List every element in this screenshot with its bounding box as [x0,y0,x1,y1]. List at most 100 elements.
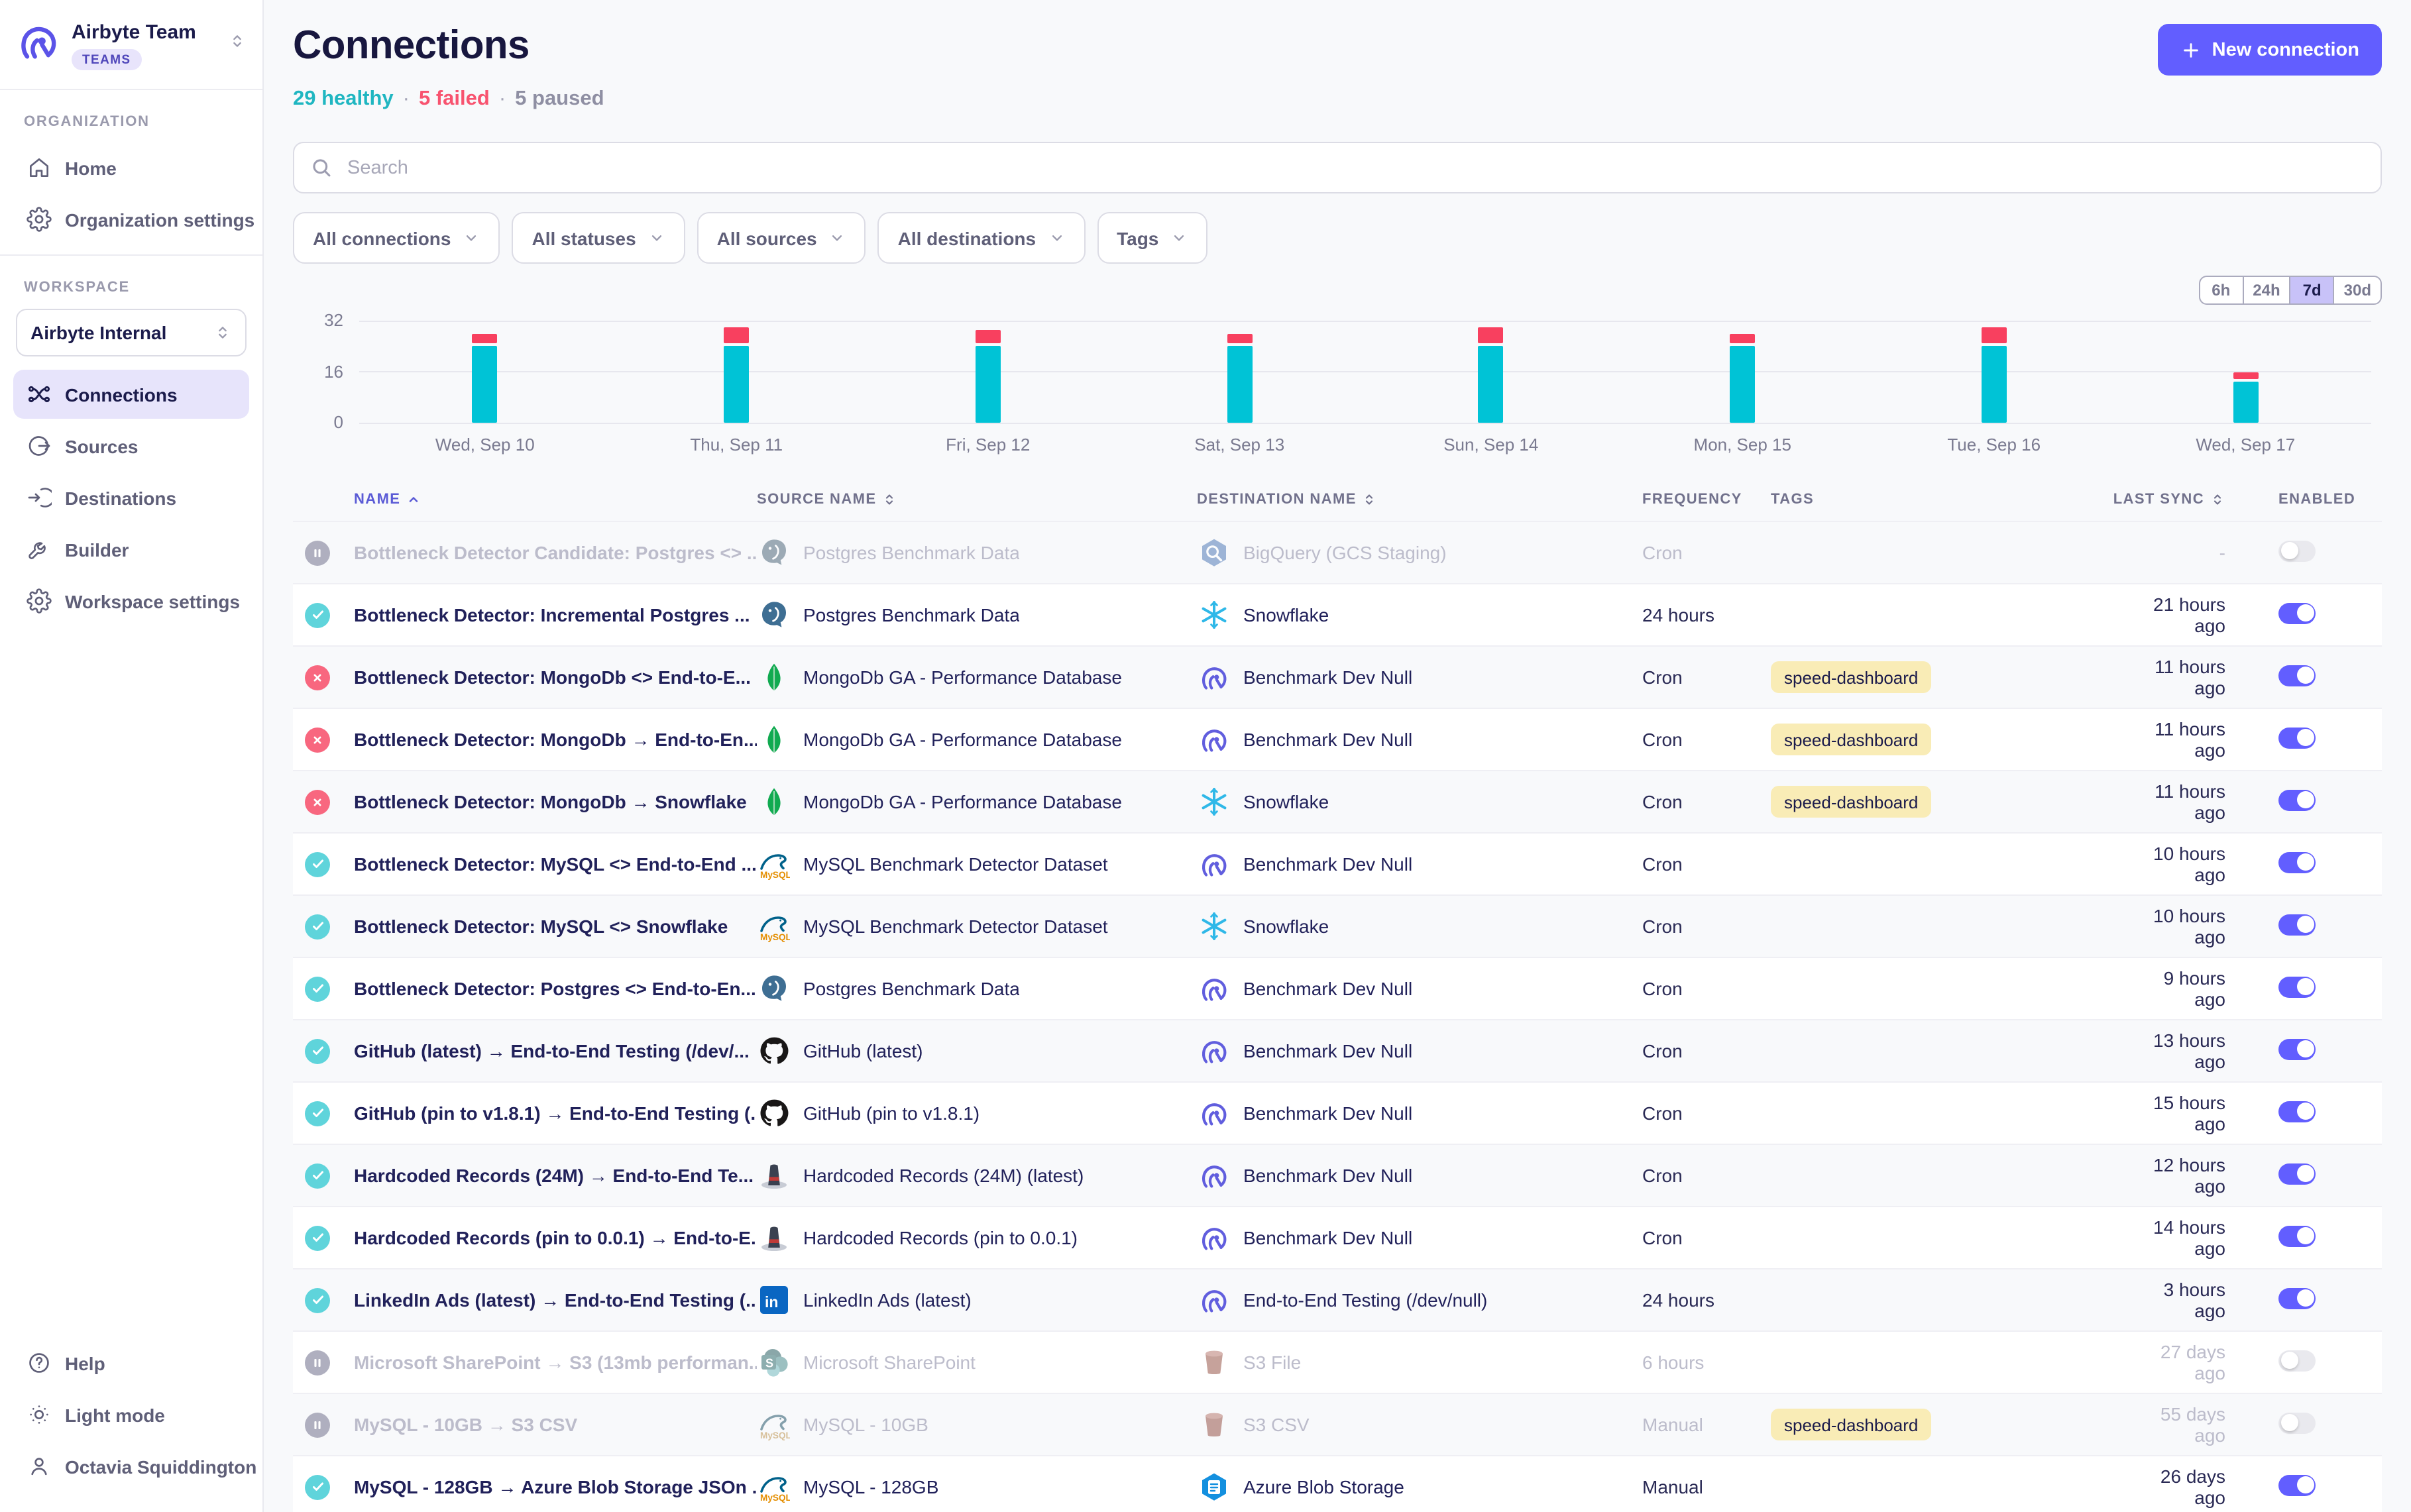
search-box[interactable] [293,142,2382,193]
frequency: Cron [1642,729,1771,750]
postgres-icon [757,598,790,631]
sidebar-item-workspace-settings[interactable]: Workspace settings [13,576,249,625]
destination-name: Benchmark Dev Null [1243,978,1412,999]
status-cell [293,1038,354,1063]
airbyte-icon [1197,1159,1230,1192]
sidebar-item-builder[interactable]: Builder [13,525,249,574]
sidebar-item-destinations[interactable]: Destinations [13,473,249,522]
status-cell [293,540,354,565]
table-row[interactable]: LinkedIn Ads (latest) → End-to-End Testi… [293,1268,2382,1330]
sidebar-item-help[interactable]: Help [13,1338,249,1387]
org-switcher[interactable]: Airbyte Team TEAMS [13,13,249,81]
column-label: DESTINATION NAME [1197,492,1357,508]
source-name: MySQL Benchmark Detector Dataset [803,853,1108,875]
healthy-status-icon [305,914,330,939]
sidebar-item-light-mode[interactable]: Light mode [13,1390,249,1439]
sidebar-item-sources[interactable]: Sources [13,421,249,470]
enabled-toggle[interactable] [2278,1474,2316,1495]
enabled-toggle[interactable] [2278,914,2316,935]
range-option-24h[interactable]: 24h [2242,277,2289,303]
filter-all-connections[interactable]: All connections [293,212,500,264]
sidebar-item-organization-settings[interactable]: Organization settings [13,195,249,244]
table-row[interactable]: Microsoft SharePoint → S3 (13mb performa… [293,1330,2382,1393]
search-input[interactable] [345,156,2365,180]
sidebar-item-connections[interactable]: Connections [13,370,249,419]
column-header-destination[interactable]: DESTINATION NAME [1197,492,1642,508]
enabled-toggle[interactable] [2278,851,2316,873]
destination-name: S3 File [1243,1352,1301,1373]
azure-icon [1197,1470,1230,1503]
table-row[interactable]: Bottleneck Detector: MySQL <> SnowflakeM… [293,894,2382,957]
enabled-toggle[interactable] [2278,1412,2316,1433]
column-header-enabled: ENABLED [2278,492,2381,508]
chart-bar-failed [1730,333,1755,343]
connection-name: Bottleneck Detector: MySQL <> Snowflake [354,916,757,937]
gear-icon [27,588,52,614]
enabled-toggle[interactable] [2278,727,2316,748]
filter-all-statuses[interactable]: All statuses [512,212,685,264]
table-row[interactable]: MySQL - 10GB → S3 CSVMySQLMySQL - 10GBS3… [293,1393,2382,1455]
enabled-toggle[interactable] [2278,602,2316,623]
table-row[interactable]: GitHub (pin to v1.8.1) → End-to-End Test… [293,1081,2382,1144]
enabled-cell [2278,1163,2381,1188]
enabled-toggle[interactable] [2278,1038,2316,1059]
table-body: Bottleneck Detector Candidate: Postgres … [293,521,2382,1512]
filter-label: All sources [717,227,817,248]
column-label: SOURCE NAME [757,492,876,508]
last-sync: 9 hours ago [2133,967,2278,1010]
destination-cell: Benchmark Dev Null [1197,1221,1642,1254]
connections-summary: 29 healthy · 5 failed · 5 paused [293,87,2382,111]
filter-all-sources[interactable]: All sources [697,212,866,264]
table-row[interactable]: Bottleneck Detector: MongoDb → End-to-En… [293,708,2382,770]
enabled-toggle[interactable] [2278,789,2316,810]
table-row[interactable]: Bottleneck Detector: MongoDb → Snowflake… [293,770,2382,832]
enabled-toggle[interactable] [2278,1287,2316,1309]
table-row[interactable]: Bottleneck Detector: MongoDb <> End-to-E… [293,645,2382,708]
workspace-selector[interactable]: Airbyte Internal [16,309,247,356]
last-sync: 26 days ago [2133,1466,2278,1508]
last-sync: 11 hours ago [2133,718,2278,761]
range-option-30d[interactable]: 30d [2333,277,2381,303]
healthy-status-icon [305,1163,330,1188]
table-row[interactable]: Bottleneck Detector: MySQL <> End-to-End… [293,832,2382,894]
sidebar-item-home[interactable]: Home [13,143,249,192]
filter-tags[interactable]: Tags [1097,212,1207,264]
table-row[interactable]: Hardcoded Records (pin to 0.0.1) → End-t… [293,1206,2382,1268]
enabled-toggle[interactable] [2278,976,2316,997]
table-row[interactable]: Bottleneck Detector Candidate: Postgres … [293,521,2382,583]
enabled-toggle[interactable] [2278,1101,2316,1122]
range-option-6h[interactable]: 6h [2200,277,2242,303]
plus-icon [2180,39,2202,60]
filter-all-destinations[interactable]: All destinations [878,212,1085,264]
table-row[interactable]: Bottleneck Detector: Incremental Postgre… [293,583,2382,645]
table-row[interactable]: MySQL - 128GB → Azure Blob Storage JSOn … [293,1455,2382,1512]
svg-text:in: in [764,1293,777,1311]
chart-y-tick: 16 [301,361,343,381]
enabled-toggle[interactable] [2278,540,2316,561]
source-name: Postgres Benchmark Data [803,542,1020,563]
table-row[interactable]: Bottleneck Detector: Postgres <> End-to-… [293,957,2382,1019]
chart-bar-succeeded [1479,347,1504,423]
source-cell: Postgres Benchmark Data [757,972,1197,1005]
enabled-toggle[interactable] [2278,1350,2316,1371]
column-header-name[interactable]: NAME [354,492,757,508]
healthy-status-icon [305,1038,330,1063]
enabled-toggle[interactable] [2278,1225,2316,1246]
healthy-status-icon [305,1225,330,1250]
column-header-frequency: FREQUENCY [1642,492,1771,508]
destination-cell: S3 File [1197,1346,1642,1379]
column-header-last_sync[interactable]: LAST SYNC [2133,492,2278,508]
source-name: MySQL - 128GB [803,1476,938,1497]
enabled-toggle[interactable] [2278,1163,2316,1184]
table-row[interactable]: GitHub (latest) → End-to-End Testing (/d… [293,1019,2382,1081]
toggle-knob [2296,667,2314,684]
range-option-7d[interactable]: 7d [2290,277,2333,303]
airbyte-icon [1197,723,1230,756]
enabled-toggle[interactable] [2278,665,2316,686]
new-connection-button[interactable]: New connection [2158,24,2382,76]
table-row[interactable]: Hardcoded Records (24M) → End-to-End Te.… [293,1144,2382,1206]
source-name: Microsoft SharePoint [803,1352,976,1373]
source-cell: MySQLMySQL - 10GB [757,1408,1197,1441]
sidebar-item-user[interactable]: Octavia Squiddington [13,1442,249,1491]
column-header-source[interactable]: SOURCE NAME [757,492,1197,508]
